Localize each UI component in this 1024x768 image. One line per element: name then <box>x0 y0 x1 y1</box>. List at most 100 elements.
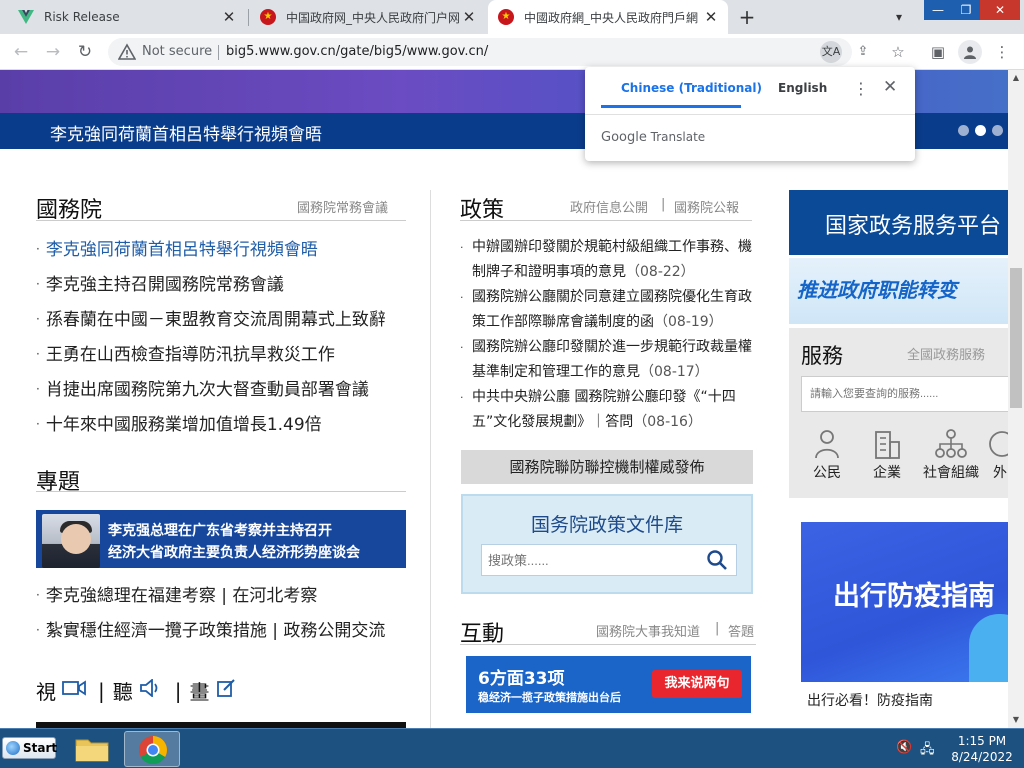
source-language-tab[interactable]: Chinese (Traditional) <box>621 81 762 95</box>
policy-date: （08-19） <box>654 314 723 330</box>
citizen-category[interactable]: 公民 <box>797 428 857 482</box>
menu-kebab-icon[interactable]: ⋮ <box>990 40 1014 64</box>
tab-close-icon[interactable]: ✕ <box>460 8 478 26</box>
interaction-banner[interactable]: 6方面33项 稳经济一揽子政策措施出台后 我来说两句 <box>466 656 751 713</box>
news-item[interactable]: · 李克強主持召開國務院常務會議 <box>36 270 408 305</box>
start-button[interactable]: Start <box>2 737 57 759</box>
tab-gov-simplified[interactable]: ★ 中国政府网_中央人民政府门户网 ✕ <box>250 0 486 34</box>
section-rule <box>36 220 406 221</box>
side-panel-icon[interactable]: ▣ <box>926 40 950 64</box>
policy-item[interactable]: · 中共中央辦公廳 國務院辦公廳印發《“十四五”文化發展規劃》｜答問（08-16） <box>460 385 762 435</box>
hero-title[interactable]: 李克強同荷蘭首相呂特舉行視頻會晤 <box>50 120 322 145</box>
chrome-taskbar-button[interactable] <box>124 731 180 767</box>
service-category-row: 公民 企業 社會組織 外 <box>797 428 1008 482</box>
reform-banner[interactable]: 推进政府职能转变 <box>789 258 1008 324</box>
travel-guide-card[interactable]: 出行防疫指南 出行必看！防疫指南 <box>801 522 1008 716</box>
reload-icon[interactable]: ↻ <box>72 39 98 65</box>
share-icon[interactable]: ⇪ <box>852 41 874 63</box>
minimize-window-button[interactable]: — <box>924 0 952 20</box>
national-service-link[interactable]: 全國政務服務 <box>907 344 985 363</box>
scroll-thumb[interactable] <box>1010 268 1022 408</box>
globe-icon <box>989 431 1008 457</box>
banner-subline: 稳经济一揽子政策措施出台后 <box>478 691 621 704</box>
policy-item[interactable]: · 中辦國辦印發關於規範村級組織工作事務、機制牌子和證明事項的意見（08-22） <box>460 235 762 285</box>
joint-prevention-button[interactable]: 國務院聯防聯控機制權威發佈 <box>461 450 753 484</box>
tab-title: 中国政府网_中央人民政府门户网 <box>286 10 461 25</box>
close-window-button[interactable]: ✕ <box>980 0 1020 20</box>
comment-button[interactable]: 我来说两句 <box>652 670 742 698</box>
picture-link[interactable]: 畫 <box>190 676 210 705</box>
carousel-dot[interactable] <box>992 125 1003 136</box>
carousel-dots <box>958 125 1003 136</box>
page-scrollbar[interactable]: ▲ ▼ <box>1008 70 1024 728</box>
gazette-link[interactable]: 國務院公報 <box>674 197 739 216</box>
know-affairs-link[interactable]: 國務院大事我知道 <box>596 621 700 640</box>
translate-icon[interactable]: 文A <box>820 41 842 63</box>
speaker-icon[interactable] <box>139 678 163 702</box>
warning-icon[interactable] <box>118 43 136 61</box>
enterprise-category[interactable]: 企業 <box>857 428 917 482</box>
back-arrow-icon[interactable]: ← <box>8 39 34 65</box>
news-item[interactable]: · 肖捷出席國務院第九次大督查動員部署會議 <box>36 375 408 410</box>
video-camera-icon[interactable] <box>62 680 86 701</box>
new-tab-button[interactable]: + <box>734 4 760 30</box>
topic-item[interactable]: · 李克強總理在福建考察 | 在河北考察 <box>36 581 385 616</box>
browser-tab-bar: Risk Release ✕ ★ 中国政府网_中央人民政府门户网 ✕ ★ 中國政… <box>0 0 1024 34</box>
news-item[interactable]: · 王勇在山西檢查指導防汛抗旱救災工作 <box>36 340 408 375</box>
topic-item[interactable]: · 紮實穩住經濟一攬子政策措施 | 政務公開交流 <box>36 616 385 651</box>
edit-pencil-icon[interactable] <box>216 678 236 703</box>
policy-item[interactable]: · 國務院辦公廳關於同意建立國務院優化生育政策工作部際聯席會議制度的函（08-19… <box>460 285 762 335</box>
tab-search-chevron-icon[interactable]: ▾ <box>888 6 910 28</box>
video-link[interactable]: 視 <box>36 676 56 705</box>
social-org-category[interactable]: 社會組織 <box>917 428 985 482</box>
policy-date: （08-16） <box>633 414 702 430</box>
carousel-dot-active[interactable] <box>975 125 986 136</box>
target-language-tab[interactable]: English <box>778 81 827 95</box>
scroll-down-arrow-icon[interactable]: ▼ <box>1008 712 1024 728</box>
service-search-input[interactable] <box>802 377 1002 411</box>
travel-caption[interactable]: 出行必看！防疫指南 <box>807 690 933 710</box>
building-icon <box>875 431 900 459</box>
foreign-category[interactable]: 外 <box>985 428 1008 482</box>
bookmark-star-icon[interactable]: ☆ <box>886 40 910 64</box>
clock-date: 8/24/2022 <box>951 750 1013 764</box>
news-item[interactable]: · 十年來中國服務業增加值增長1.49倍 <box>36 410 408 445</box>
news-item[interactable]: · 孫春蘭在中國－東盟教育交流周開幕式上致辭 <box>36 305 408 340</box>
tab-close-icon[interactable]: ✕ <box>702 8 720 26</box>
policy-library-box: 国务院政策文件库 <box>461 494 753 594</box>
service-title[interactable]: 服務 <box>801 340 843 370</box>
url-text[interactable]: big5.www.gov.cn/gate/big5/www.gov.cn/ <box>226 44 488 59</box>
media-separator: | <box>174 678 182 703</box>
close-icon[interactable]: ✕ <box>883 77 897 97</box>
forward-arrow-icon[interactable]: → <box>40 39 66 65</box>
audio-link[interactable]: 聽 <box>113 676 133 705</box>
system-clock[interactable]: 1:15 PM 8/24/2022 <box>950 733 1014 765</box>
policy-search-input[interactable] <box>482 545 692 575</box>
national-emblem-icon: ★ <box>260 9 276 25</box>
gov-info-link[interactable]: 政府信息公開 <box>570 197 648 216</box>
state-council-exec-link[interactable]: 國務院常務會議 <box>297 197 388 216</box>
tab-gov-traditional[interactable]: ★ 中國政府網_中央人民政府門戶網 ✕ <box>488 0 728 34</box>
volume-muted-icon[interactable]: 🔇 <box>896 740 912 755</box>
network-icon[interactable]: 🖧 <box>920 740 935 762</box>
person-icon <box>815 430 839 459</box>
carousel-dot[interactable] <box>958 125 969 136</box>
quiz-link[interactable]: 答題 <box>728 621 754 640</box>
file-explorer-taskbar-button[interactable] <box>64 731 120 767</box>
profile-avatar[interactable] <box>958 40 982 64</box>
tab-risk-release[interactable]: Risk Release ✕ <box>8 0 246 34</box>
more-options-icon[interactable]: ⋮ <box>853 79 869 98</box>
address-bar[interactable]: Not secure big5.www.gov.cn/gate/big5/www… <box>108 38 868 66</box>
news-item[interactable]: · 李克強同荷蘭首相呂特舉行視頻會晤 <box>36 235 408 270</box>
tab-close-icon[interactable]: ✕ <box>220 8 238 26</box>
policy-library-title[interactable]: 国务院政策文件库 <box>463 510 751 537</box>
restore-window-button[interactable]: ❐ <box>952 0 980 20</box>
policy-item[interactable]: · 國務院辦公廳印發關於進一步規範行政裁量權基準制定和管理工作的意見（08-17） <box>460 335 762 385</box>
search-icon[interactable] <box>706 549 728 571</box>
scroll-up-arrow-icon[interactable]: ▲ <box>1008 70 1024 86</box>
security-status[interactable]: Not secure <box>142 44 212 59</box>
column-divider <box>430 190 431 728</box>
gov-service-platform-header[interactable]: 国家政务服务平台 <box>789 190 1008 255</box>
banner-line-1: 李克强总理在广东省考察并主持召开 <box>108 523 332 539</box>
topics-banner[interactable]: 李克强总理在广东省考察并主持召开 经济大省政府主要负责人经济形势座谈会 <box>36 510 406 568</box>
